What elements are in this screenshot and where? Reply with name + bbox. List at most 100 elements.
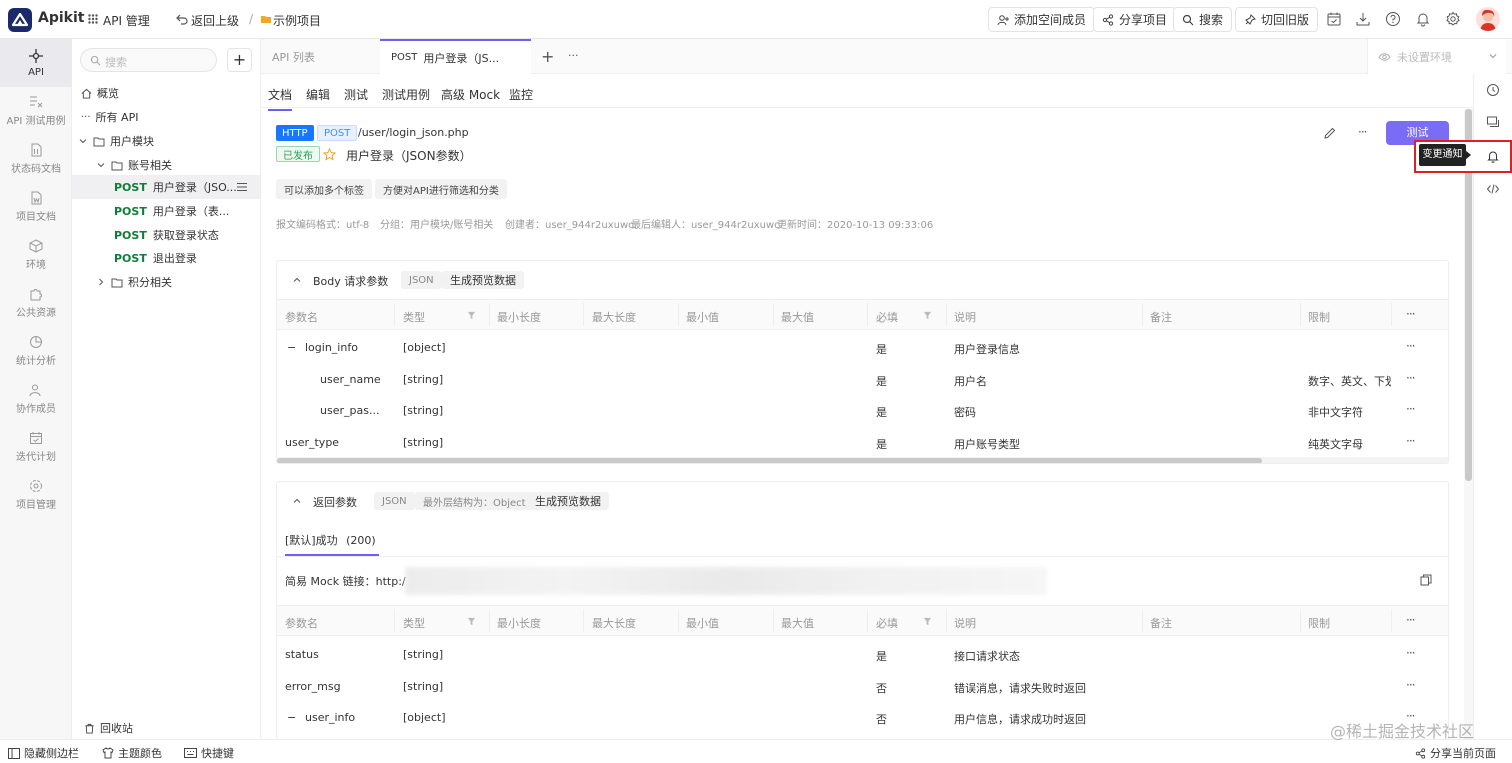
share-page-button[interactable]: 分享当前页面 — [1415, 745, 1496, 761]
folder-icon — [260, 13, 272, 25]
share-project-button[interactable]: 分享项目 — [1093, 7, 1177, 32]
row-more-button[interactable]: ··· — [1406, 646, 1416, 660]
subtab-test[interactable]: 测试 — [344, 86, 368, 103]
add-member-button[interactable]: 添加空间成员 — [988, 7, 1096, 32]
tree-api-item[interactable]: POST 退出登录 — [72, 246, 260, 270]
add-tab-button[interactable]: + — [541, 47, 554, 66]
tag-chip[interactable]: 方便对API进行筛选和分类 — [375, 179, 507, 199]
tab-current-api[interactable]: POST 用户登录（JS... — [380, 39, 531, 74]
row-more-button[interactable]: ··· — [1406, 339, 1416, 353]
trash-icon — [85, 723, 94, 734]
nav-status-doc[interactable]: 状态码文档 — [0, 143, 72, 189]
tree-api-item[interactable]: POST 用户登录（JSO... — [72, 175, 260, 199]
blurred-mock-url — [405, 567, 1047, 595]
hide-sidebar-button[interactable]: 隐藏侧边栏 — [8, 745, 79, 761]
subtab-doc[interactable]: 文档 — [268, 86, 293, 111]
recycle-bin[interactable]: 回收站 — [72, 716, 260, 740]
api-manage-menu[interactable]: API 管理 — [103, 12, 150, 29]
row-more-button[interactable]: ··· — [1406, 402, 1416, 416]
nav-environment[interactable]: 环境 — [0, 239, 72, 285]
settings-icon[interactable] — [1445, 11, 1461, 27]
vertical-scrollbar[interactable] — [1464, 109, 1473, 739]
column-settings-button[interactable]: ··· — [1406, 613, 1416, 627]
column-settings-button[interactable]: ··· — [1406, 307, 1416, 321]
scrollbar-thumb[interactable] — [277, 458, 1262, 463]
col-header: 必填 — [876, 311, 898, 324]
generate-preview-button[interactable]: 生成预览数据 — [527, 492, 609, 510]
filter-icon[interactable] — [923, 311, 932, 320]
tree-group-user[interactable]: 用户模块 — [72, 129, 260, 153]
theme-color-button[interactable]: 主题颜色 — [102, 745, 162, 761]
collapse-toggle[interactable]: − — [287, 711, 296, 724]
download-icon[interactable] — [1355, 11, 1371, 27]
switch-old-button[interactable]: 切回旧版 — [1235, 7, 1319, 32]
tree-api-item[interactable]: POST 用户登录（表... — [72, 199, 260, 223]
param-name: status — [285, 648, 319, 661]
collapse-toggle[interactable]: − — [287, 341, 296, 354]
nav-label: API 测试用例 — [6, 116, 66, 127]
param-type: [string] — [403, 373, 444, 386]
nav-project-doc[interactable]: 项目文档 — [0, 191, 72, 237]
calendar-check-icon[interactable] — [1326, 11, 1342, 27]
body-params-panel: Body 请求参数 JSON 生成预览数据 参数名 类型 最小长度 最大长度 最… — [276, 260, 1449, 464]
subtab-advanced-mock[interactable]: 高级 Mock — [441, 86, 500, 103]
notification-bell-icon[interactable] — [1415, 11, 1431, 27]
tree-search-input[interactable]: 搜索 — [80, 48, 217, 72]
nav-iteration[interactable]: 迭代计划 — [0, 431, 72, 477]
environment-selector[interactable]: 未设置环境 — [1367, 39, 1506, 74]
add-api-button[interactable]: + — [227, 48, 252, 72]
copy-icon[interactable] — [1420, 574, 1432, 586]
tag-chip[interactable]: 可以添加多个标签 — [276, 179, 372, 199]
row-more-button[interactable]: ··· — [1406, 434, 1416, 448]
tab-api-list[interactable]: API 列表 — [261, 39, 380, 74]
response-tab-success[interactable]: [默认]成功 (200) — [285, 532, 379, 556]
nav-statistics[interactable]: 统计分析 — [0, 335, 72, 381]
param-type: [object] — [403, 341, 446, 354]
tree-label: 账号相关 — [128, 159, 172, 172]
subtab-monitor[interactable]: 监控 — [509, 86, 533, 103]
generate-preview-button[interactable]: 生成预览数据 — [442, 271, 524, 289]
back-link[interactable]: 返回上级 — [191, 12, 239, 29]
tree-item-overview[interactable]: 概览 — [72, 81, 260, 105]
horizontal-scrollbar[interactable] — [277, 457, 1448, 463]
col-header: 限制 — [1308, 311, 1330, 324]
subtab-test-case[interactable]: 测试用例 — [382, 86, 430, 103]
more-options-button[interactable]: ··· — [1358, 125, 1368, 139]
subtab-edit[interactable]: 编辑 — [306, 86, 330, 103]
chevron-up-icon[interactable] — [292, 275, 302, 285]
search-button[interactable]: 搜索 — [1173, 7, 1233, 32]
code-icon[interactable] — [1486, 182, 1500, 196]
tree-item-all-api[interactable]: ··· 所有 API — [72, 105, 260, 129]
filter-icon[interactable] — [923, 617, 932, 626]
tree-group-points[interactable]: 积分相关 — [72, 270, 260, 294]
filter-icon[interactable] — [467, 311, 476, 320]
tree-api-item[interactable]: POST 获取登录状态 — [72, 223, 260, 247]
param-required: 是 — [876, 406, 887, 419]
comment-icon[interactable] — [1486, 115, 1500, 129]
row-more-button[interactable]: ··· — [1406, 371, 1416, 385]
more-tabs-button[interactable]: ··· — [568, 49, 579, 62]
row-more-button[interactable]: ··· — [1406, 678, 1416, 692]
drag-handle-icon[interactable] — [236, 182, 248, 192]
nav-project-manage[interactable]: 项目管理 — [0, 479, 72, 525]
pie-chart-icon — [30, 336, 42, 348]
help-icon[interactable] — [1385, 11, 1401, 27]
shortcuts-button[interactable]: 快捷键 — [184, 745, 234, 761]
param-required: 是 — [876, 375, 887, 388]
nav-public-resources[interactable]: 公共资源 — [0, 287, 72, 333]
project-name[interactable]: 示例项目 — [273, 12, 321, 29]
tree-label: 用户模块 — [110, 135, 154, 148]
nav-members[interactable]: 协作成员 — [0, 383, 72, 429]
method-badge: POST — [114, 204, 147, 218]
nav-api[interactable]: API — [0, 39, 72, 87]
chevron-up-icon[interactable] — [292, 496, 302, 506]
edit-icon[interactable] — [1323, 126, 1337, 140]
avatar[interactable] — [1476, 7, 1500, 31]
nav-test-case[interactable]: API 测试用例 — [0, 95, 72, 141]
history-icon[interactable] — [1486, 83, 1500, 97]
api-name: 获取登录状态 — [152, 229, 219, 242]
change-notification-bell-icon[interactable] — [1486, 149, 1500, 163]
filter-icon[interactable] — [467, 617, 476, 626]
star-icon[interactable] — [323, 148, 336, 161]
tree-group-account[interactable]: 账号相关 — [72, 153, 260, 177]
